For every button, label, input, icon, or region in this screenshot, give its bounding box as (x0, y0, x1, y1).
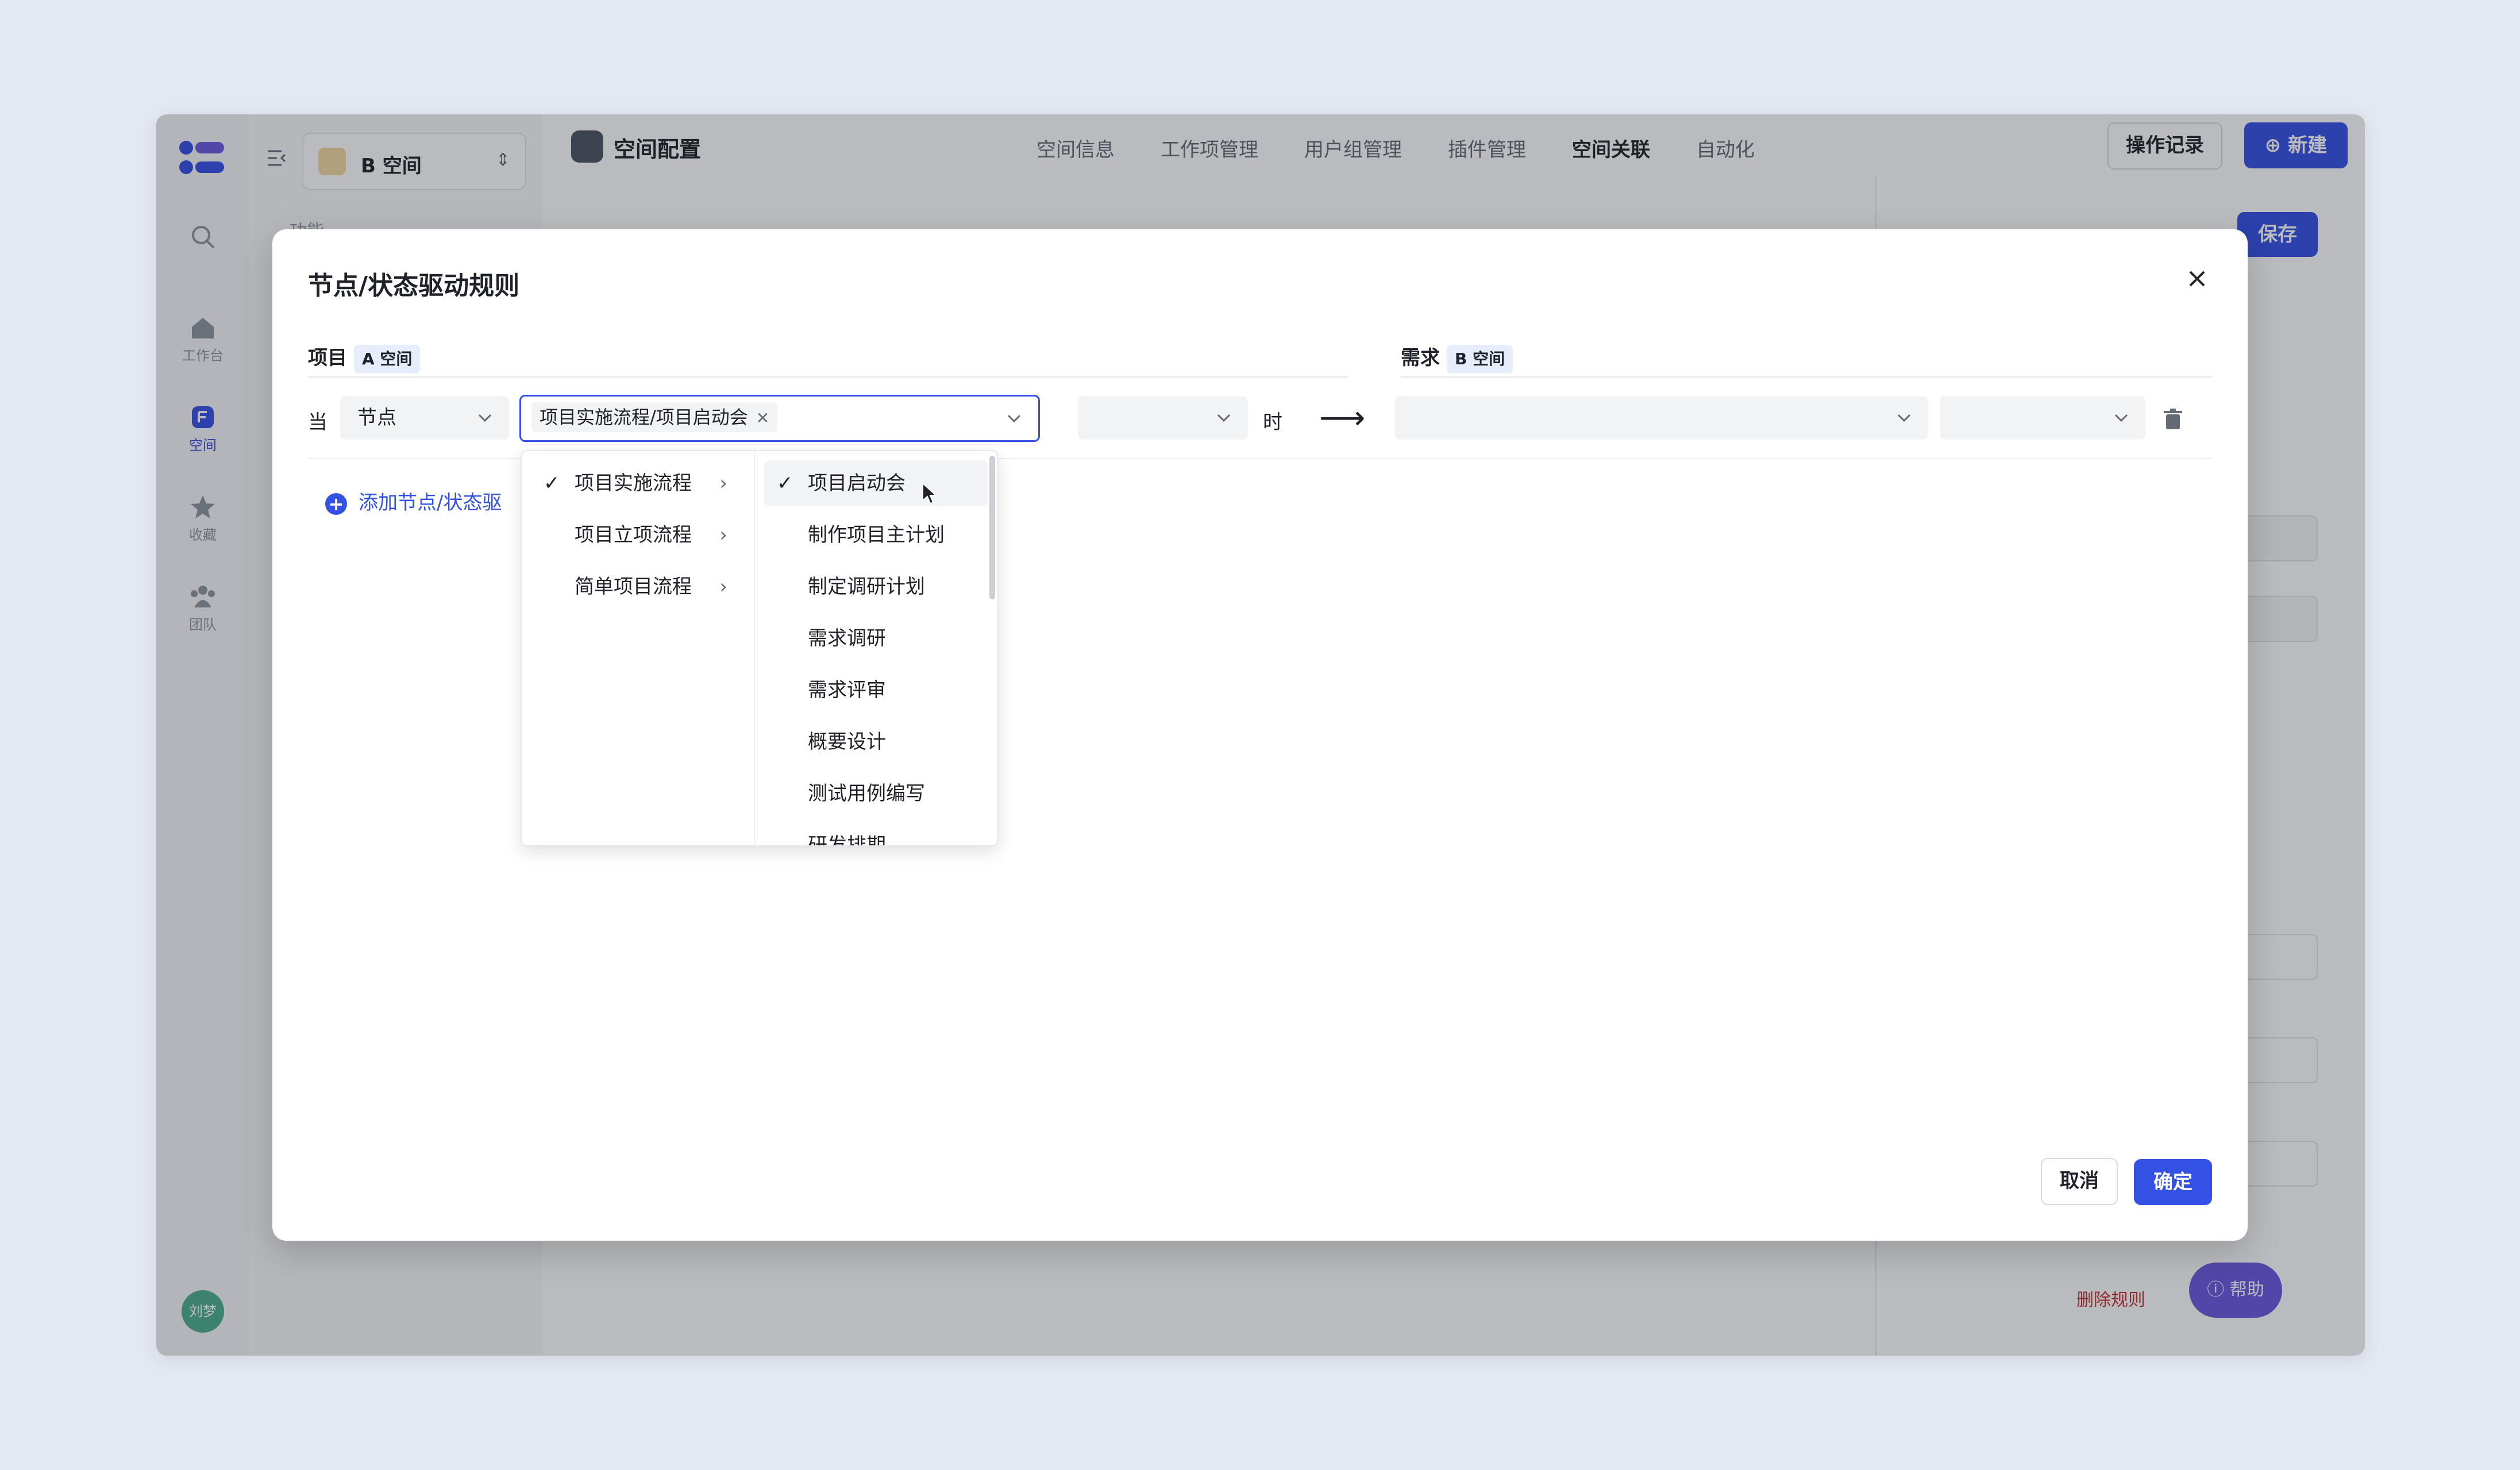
flow-label: 简单项目流程 (575, 575, 692, 598)
node-cascader-dropdown: ✓ 项目实施流程 › 项目立项流程 › 简单项目流程 › ✓ 项目启动会 制作项… (521, 450, 999, 846)
node-label: 需求评审 (808, 679, 886, 702)
chevron-down-icon (1007, 414, 1021, 423)
node-select[interactable]: 项目实施流程/项目启动会 ✕ (519, 395, 1040, 442)
target-space-tag: B 空间 (1447, 344, 1513, 374)
trigger-type-value: 节点 (357, 406, 396, 429)
node-item[interactable]: 测试用例编写 (764, 771, 988, 817)
source-space-tag: A 空间 (354, 344, 421, 374)
when-label: 当 (308, 411, 327, 434)
add-rule-label: 添加节点/状态驱 (359, 491, 502, 514)
source-section-label: 项目 A 空间 (308, 342, 421, 374)
node-label: 测试用例编写 (808, 782, 925, 805)
divider (1401, 376, 2212, 378)
target-type: 需求 (1401, 347, 1440, 370)
divider (308, 376, 1348, 378)
target-state-select[interactable] (1940, 396, 2145, 440)
modal-title: 节点/状态驱动规则 (308, 271, 520, 301)
chevron-down-icon (1897, 414, 1911, 422)
selected-node-label: 项目实施流程/项目启动会 (540, 406, 748, 428)
node-item[interactable]: 需求调研 (764, 615, 988, 661)
chevron-down-icon (2114, 414, 2128, 422)
node-item[interactable]: 制定调研计划 (764, 564, 988, 610)
trash-icon[interactable] (2161, 407, 2184, 430)
node-item[interactable]: 制作项目主计划 (764, 512, 988, 558)
plus-circle-icon: + (325, 492, 347, 515)
node-item[interactable]: 研发排期 (764, 822, 988, 846)
flow-label: 项目实施流程 (575, 472, 692, 495)
arrow-right-icon: ⟶ (1319, 399, 1366, 437)
close-icon[interactable] (2184, 266, 2210, 291)
target-node-select[interactable] (1395, 396, 1928, 440)
chevron-right-icon: › (719, 524, 727, 547)
rule-modal: 节点/状态驱动规则 项目 A 空间 需求 B 空间 当 节点 项目实施流程/项目启动… (272, 229, 2248, 1241)
node-item[interactable]: 需求评审 (764, 667, 988, 713)
chevron-right-icon: › (719, 575, 727, 598)
source-type: 项目 (308, 347, 347, 370)
flow-item[interactable]: 简单项目流程 › (531, 564, 745, 610)
node-item[interactable]: ✓ 项目启动会 (764, 460, 988, 506)
dropdown-scrollbar[interactable] (989, 456, 995, 599)
chevron-down-icon (478, 414, 492, 422)
selected-node-chip: 项目实施流程/项目启动会 ✕ (531, 402, 778, 432)
node-label: 概要设计 (808, 730, 886, 753)
add-rule-link[interactable]: + 添加节点/状态驱 (325, 487, 502, 515)
remove-chip-icon[interactable]: ✕ (756, 409, 769, 428)
target-section-label: 需求 B 空间 (1401, 342, 1513, 374)
time-label: 时 (1263, 411, 1282, 434)
chevron-right-icon: › (719, 472, 727, 495)
state-select[interactable] (1078, 396, 1248, 440)
cancel-button[interactable]: 取消 (2041, 1158, 2118, 1205)
node-label: 研发排期 (808, 834, 886, 846)
flow-label: 项目立项流程 (575, 524, 692, 547)
node-label: 制作项目主计划 (808, 524, 945, 547)
flow-list: ✓ 项目实施流程 › 项目立项流程 › 简单项目流程 › (522, 451, 755, 845)
node-label: 项目启动会 (808, 472, 905, 495)
node-list: ✓ 项目启动会 制作项目主计划 制定调研计划 需求调研 需求评审 概要设计 测试… (755, 451, 997, 845)
flow-item[interactable]: 项目立项流程 › (531, 512, 745, 558)
node-label: 需求调研 (808, 627, 886, 650)
chevron-down-icon (1217, 414, 1231, 422)
node-item[interactable]: 概要设计 (764, 719, 988, 765)
trigger-type-select[interactable]: 节点 (340, 396, 509, 440)
flow-item[interactable]: ✓ 项目实施流程 › (531, 460, 745, 506)
check-icon: ✓ (777, 472, 793, 495)
confirm-button[interactable]: 确定 (2134, 1159, 2212, 1205)
check-icon: ✓ (544, 472, 560, 495)
mouse-cursor-icon (922, 482, 938, 505)
node-label: 制定调研计划 (808, 575, 925, 598)
